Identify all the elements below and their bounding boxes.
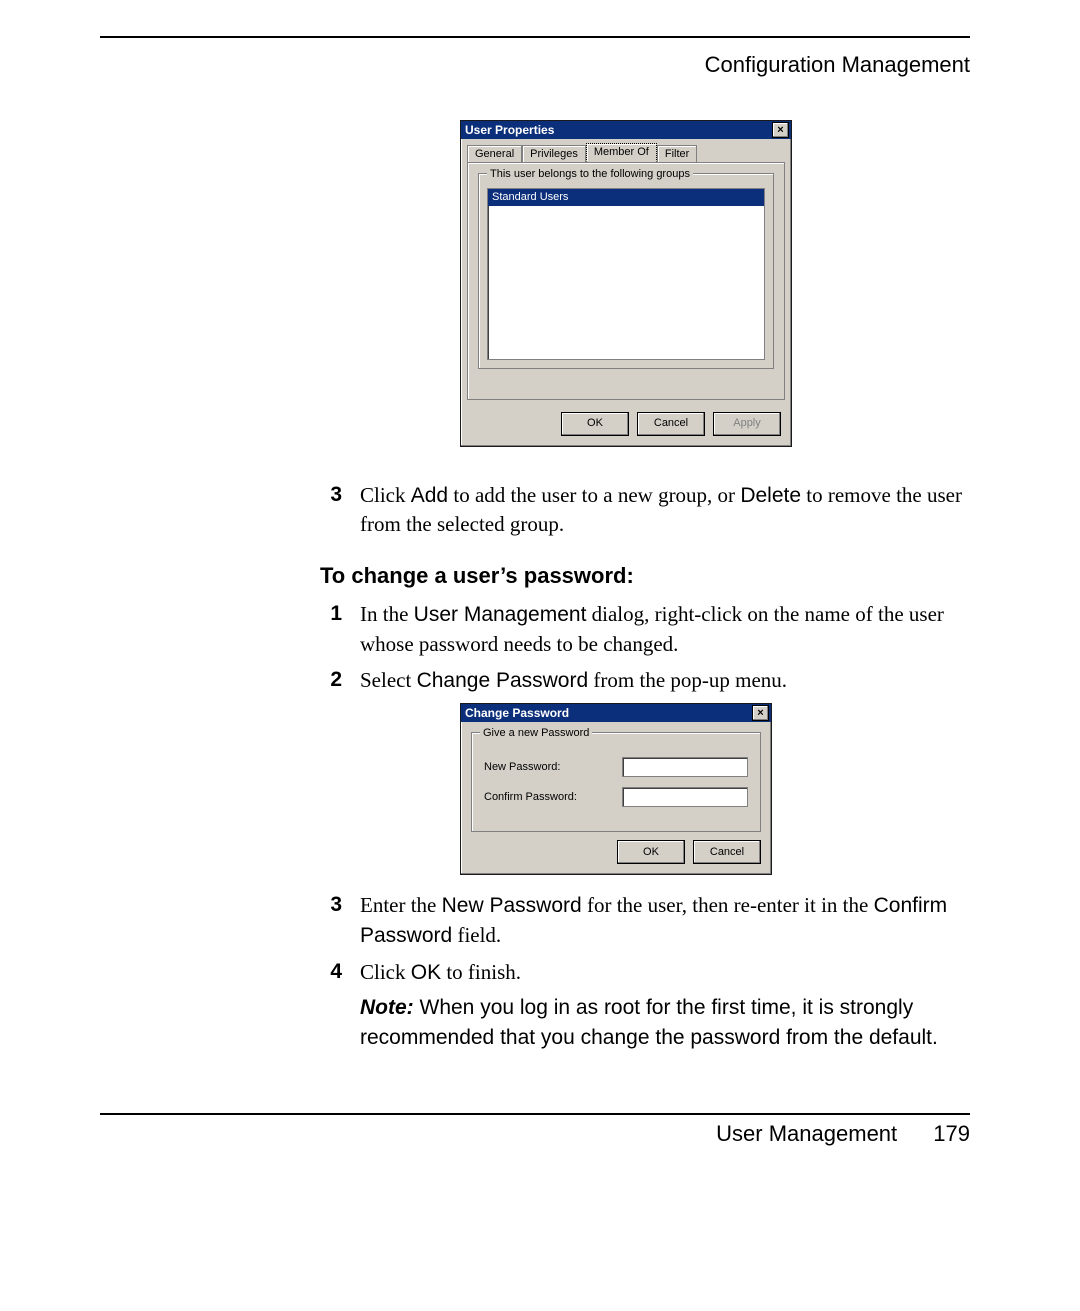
text: Click	[360, 483, 411, 507]
text: field.	[452, 923, 501, 947]
close-icon[interactable]: ×	[772, 122, 789, 138]
new-password-input[interactable]	[622, 757, 748, 777]
user-properties-dialog: User Properties × General Privileges Mem…	[460, 120, 792, 447]
groupbox-legend: Give a new Password	[480, 726, 592, 741]
footer-page-number: 179	[933, 1121, 970, 1146]
text: In the	[360, 602, 414, 626]
top-rule	[100, 36, 970, 38]
dialog-titlebar: User Properties ×	[461, 121, 791, 139]
text: Select	[360, 668, 417, 692]
groupbox-legend: This user belongs to the following group…	[487, 167, 693, 182]
step-b4: 4 Click OK to finish. Note: When you log…	[320, 958, 970, 1052]
text: Click	[360, 960, 411, 984]
step-number: 4	[320, 958, 342, 1052]
text: to add the user to a new group, or	[448, 483, 740, 507]
tab-general[interactable]: General	[467, 145, 522, 163]
ui-term-user-management: User Management	[414, 603, 587, 626]
dialog-title: User Properties	[465, 122, 554, 138]
dialog-titlebar: Change Password ×	[461, 704, 771, 722]
cancel-button[interactable]: Cancel	[693, 840, 761, 864]
groups-groupbox: This user belongs to the following group…	[478, 173, 774, 369]
ok-button[interactable]: OK	[561, 412, 629, 436]
step-number: 3	[320, 891, 342, 950]
ui-term-change-password: Change Password	[417, 669, 589, 692]
step-number: 2	[320, 666, 342, 695]
tab-panel-member-of: This user belongs to the following group…	[467, 162, 785, 400]
groups-listbox[interactable]: Standard Users	[487, 188, 765, 360]
footer-section: User Management	[716, 1121, 897, 1146]
dialog-button-row: OK Cancel	[461, 836, 771, 874]
dialog-title: Change Password	[465, 705, 569, 721]
tab-privileges[interactable]: Privileges	[522, 145, 586, 163]
step-text: In the User Management dialog, right-cli…	[360, 600, 970, 658]
change-password-dialog: Change Password × Give a new Password Ne…	[460, 703, 772, 875]
step-b1: 1 In the User Management dialog, right-c…	[320, 600, 970, 658]
heading-change-password: To change a user’s password:	[320, 561, 970, 591]
step-b2: 2 Select Change Password from the pop-up…	[320, 666, 970, 695]
tab-member-of[interactable]: Member Of	[586, 143, 657, 162]
ok-button[interactable]: OK	[617, 840, 685, 864]
close-icon[interactable]: ×	[752, 705, 769, 721]
text: Enter the	[360, 893, 442, 917]
bottom-rule	[100, 1113, 970, 1115]
note-text: When you log in as root for the first ti…	[360, 996, 938, 1048]
confirm-password-row: Confirm Password:	[484, 787, 748, 807]
dialog-button-row: OK Cancel Apply	[461, 408, 791, 446]
tab-filter[interactable]: Filter	[657, 145, 697, 163]
ui-term-ok: OK	[411, 961, 441, 984]
text: from the pop-up menu.	[588, 668, 787, 692]
step-b3: 3 Enter the New Password for the user, t…	[320, 891, 970, 950]
ui-term-delete: Delete	[740, 484, 801, 507]
note-label: Note:	[360, 996, 414, 1019]
apply-button: Apply	[713, 412, 781, 436]
note: Note: When you log in as root for the fi…	[360, 993, 970, 1052]
text: for the user, then re-enter it in the	[582, 893, 874, 917]
list-item[interactable]: Standard Users	[488, 189, 764, 206]
step-a3: 3 Click Add to add the user to a new gro…	[320, 481, 970, 539]
new-password-label: New Password:	[484, 760, 614, 775]
confirm-password-input[interactable]	[622, 787, 748, 807]
ui-term-add: Add	[411, 484, 448, 507]
confirm-password-label: Confirm Password:	[484, 790, 614, 805]
step-text: Enter the New Password for the user, the…	[360, 891, 970, 950]
step-text: Click OK to finish. Note: When you log i…	[360, 958, 970, 1052]
footer: User Management 179	[716, 1119, 970, 1149]
step-text: Click Add to add the user to a new group…	[360, 481, 970, 539]
ui-term-new-password: New Password	[442, 894, 582, 917]
text: to finish.	[441, 960, 521, 984]
tab-strip: General Privileges Member Of Filter	[467, 143, 785, 162]
cancel-button[interactable]: Cancel	[637, 412, 705, 436]
new-password-row: New Password:	[484, 757, 748, 777]
running-head: Configuration Management	[705, 50, 970, 80]
password-groupbox: Give a new Password New Password: Confir…	[471, 732, 761, 832]
step-number: 1	[320, 600, 342, 658]
step-text: Select Change Password from the pop-up m…	[360, 666, 970, 695]
step-number: 3	[320, 481, 342, 539]
